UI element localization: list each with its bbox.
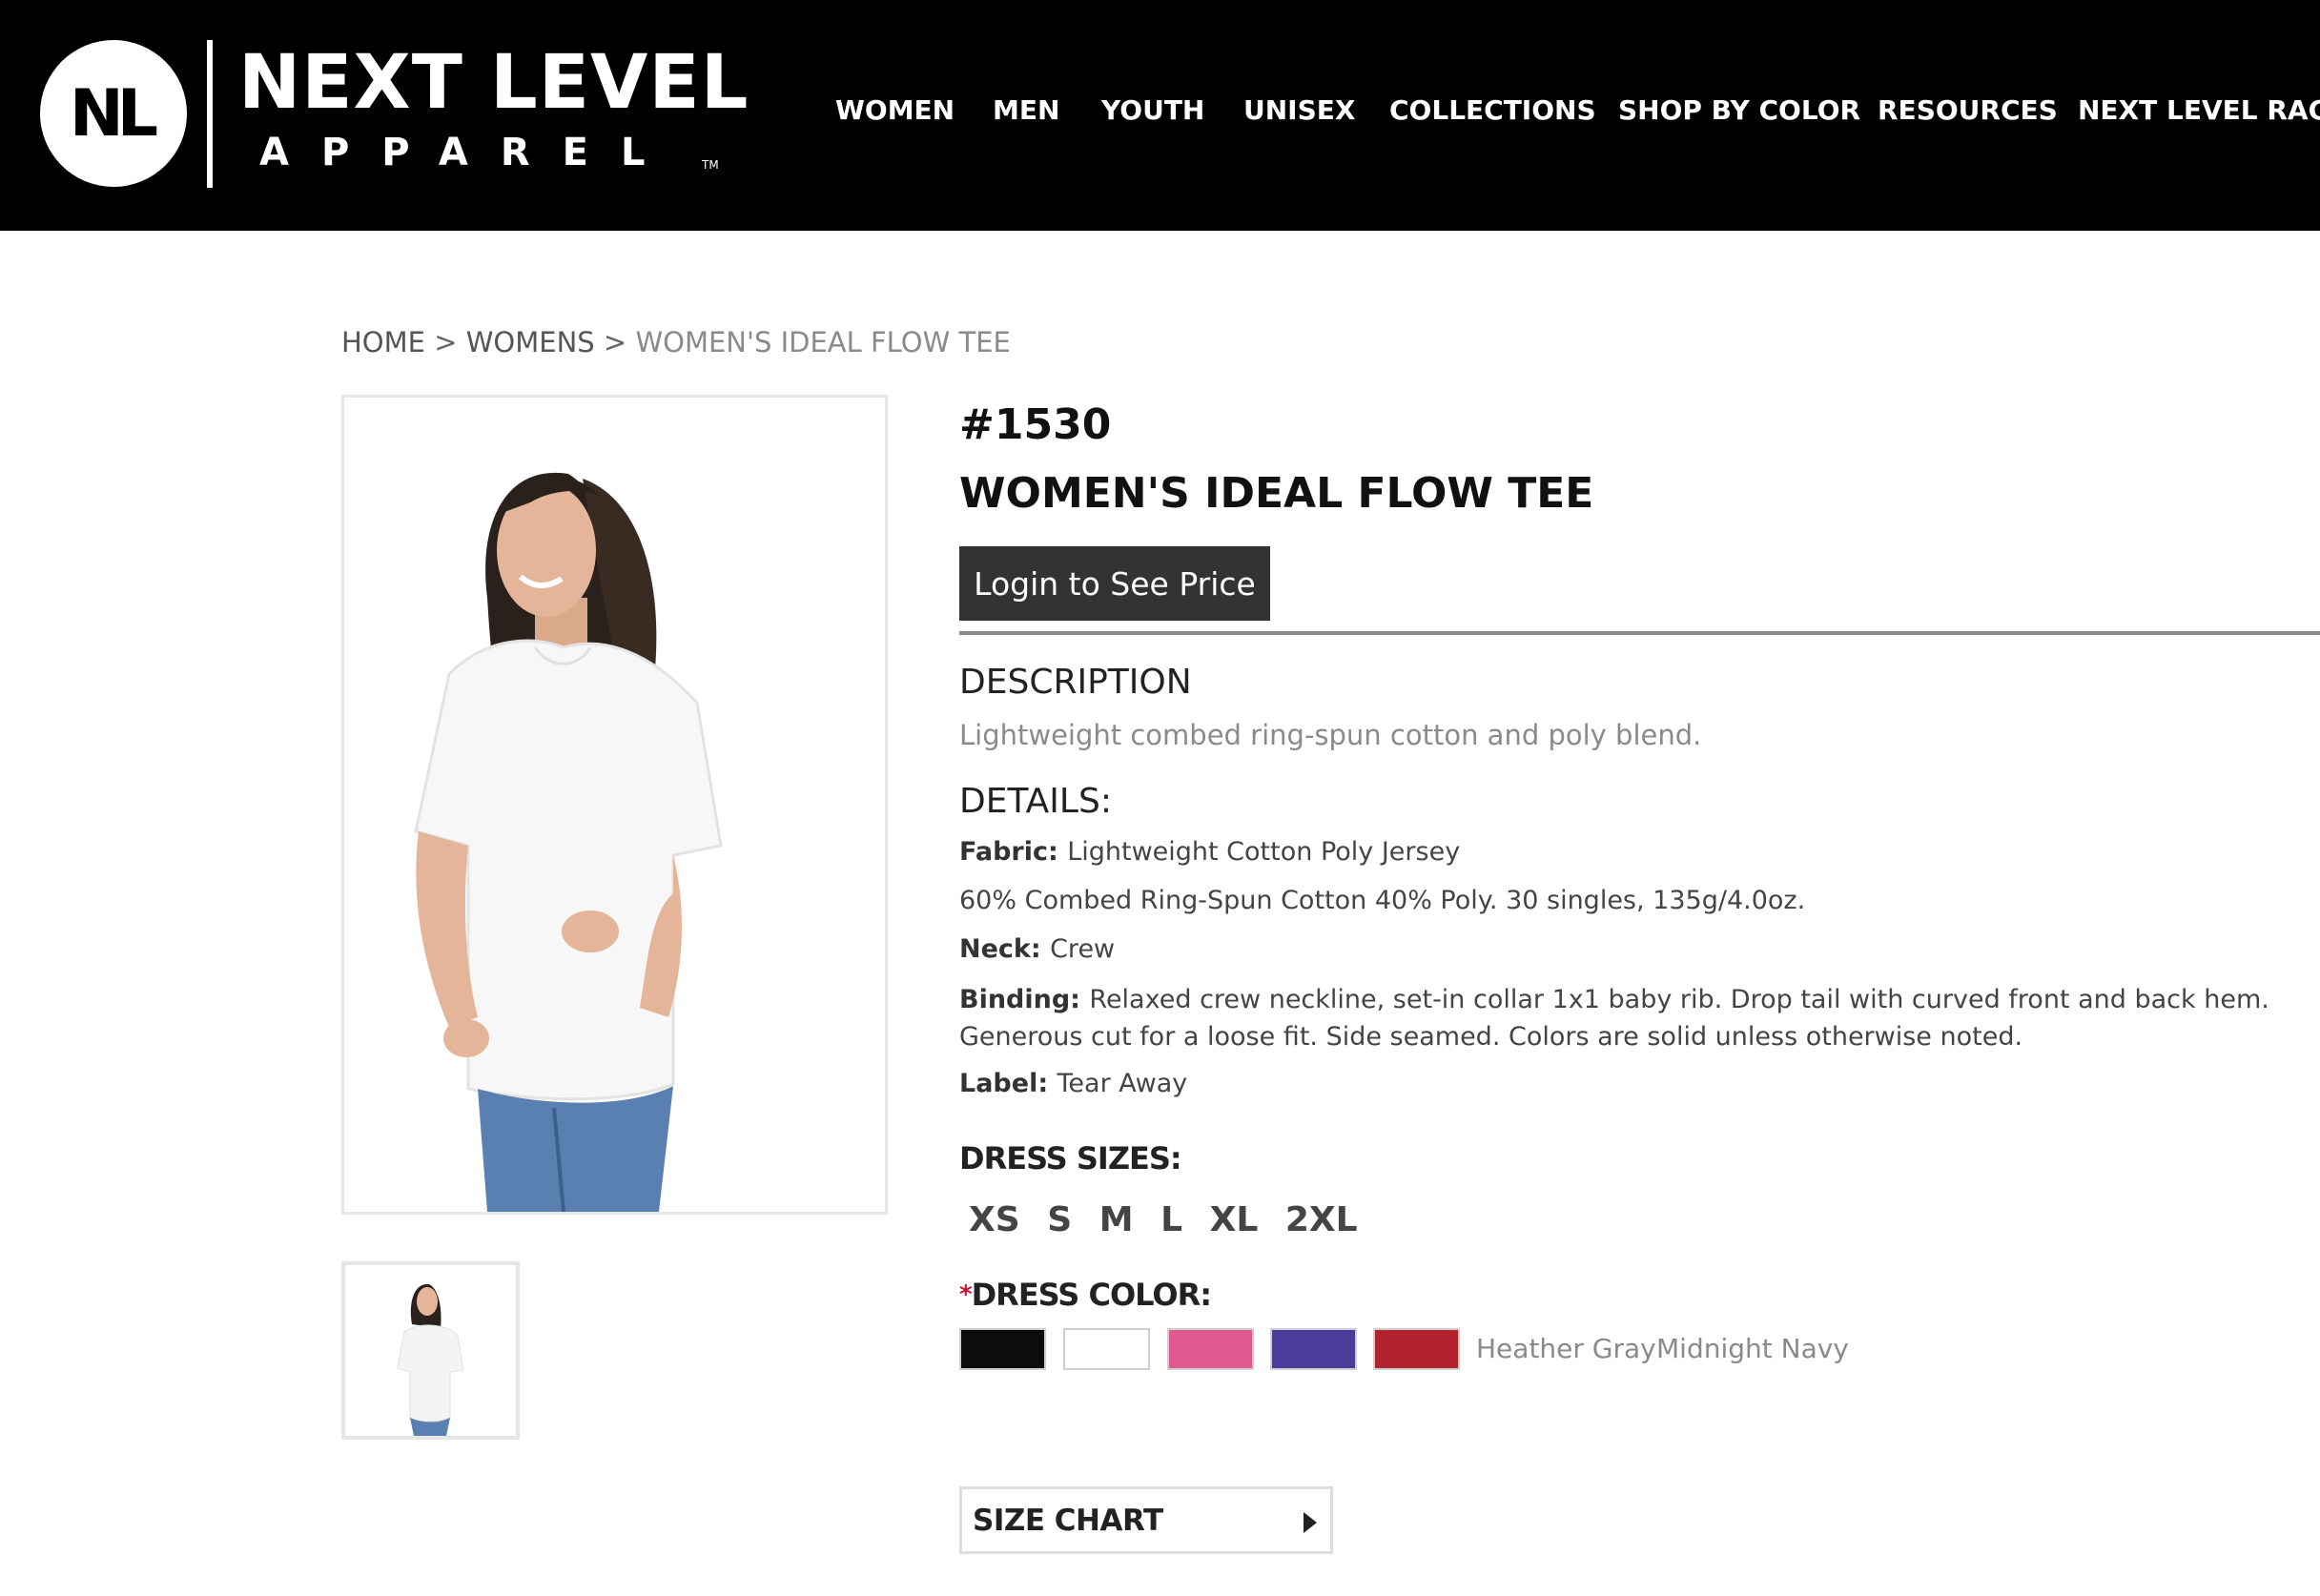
color-swatch-pink[interactable] <box>1167 1328 1254 1370</box>
detail-label-label: Label: <box>959 1069 1057 1098</box>
product-thumbnail[interactable] <box>341 1261 520 1440</box>
logo-trademark: TM <box>702 158 719 172</box>
dress-color-heading: *DRESS COLOR: <box>959 1276 1212 1314</box>
login-to-see-price-button[interactable]: Login to See Price <box>959 546 1270 621</box>
size-option-m[interactable]: M <box>1099 1200 1134 1239</box>
size-chart-button[interactable]: SIZE CHART <box>959 1486 1333 1554</box>
nav-item-resources[interactable]: RESOURCES <box>1878 92 2058 130</box>
detail-fabric: Fabric: Lightweight Cotton Poly Jersey <box>959 835 1460 870</box>
color-swatch-white[interactable] <box>1063 1328 1150 1370</box>
detail-binding-value: Relaxed crew neckline, set-in collar 1x1… <box>959 985 2269 1052</box>
product-main-image[interactable] <box>341 395 888 1215</box>
breadcrumb-separator: > <box>434 326 466 358</box>
breadcrumb-current: WOMEN'S IDEAL FLOW TEE <box>635 326 1011 358</box>
detail-neck-label: Neck: <box>959 934 1051 964</box>
color-option-midnight-navy[interactable]: Midnight Navy <box>1656 1331 1849 1367</box>
color-swatch-red[interactable] <box>1373 1328 1460 1370</box>
nav-item-next-level-rack[interactable]: NEXT LEVEL RACK <box>2078 92 2320 130</box>
logo-mark-text: NL <box>69 75 158 152</box>
size-chart-label: SIZE CHART <box>973 1504 1163 1538</box>
size-option-xl[interactable]: XL <box>1210 1200 1259 1239</box>
size-options: XS S M L XL 2XL <box>969 1199 1373 1241</box>
size-option-s[interactable]: S <box>1047 1200 1072 1239</box>
nav-item-women[interactable]: WOMEN <box>835 92 955 130</box>
nav-item-unisex[interactable]: UNISEX <box>1243 92 1355 130</box>
color-swatch-black[interactable] <box>959 1328 1046 1370</box>
thumbnail-model-illustration <box>397 1283 464 1436</box>
size-option-l[interactable]: L <box>1160 1200 1182 1239</box>
logo-mark[interactable]: NL <box>40 40 187 187</box>
detail-neck-value: Crew <box>1050 934 1116 964</box>
detail-binding: Binding: Relaxed crew neckline, set-in c… <box>959 981 2313 1055</box>
detail-fabric-label: Fabric: <box>959 837 1068 867</box>
detail-composition: 60% Combed Ring-Spun Cotton 40% Poly. 30… <box>959 886 1806 915</box>
detail-binding-label: Binding: <box>959 985 1090 1014</box>
dress-sizes-heading: DRESS SIZES: <box>959 1140 1182 1177</box>
model-wearing-tee-illustration <box>414 472 723 1212</box>
color-option-heather-gray[interactable]: Heather Gray <box>1476 1331 1656 1367</box>
description-heading: DESCRIPTION <box>959 663 1192 702</box>
breadcrumb-womens[interactable]: WOMENS <box>466 326 595 358</box>
site-header: NL NEXT LEVEL APPAREL TM WOMEN MEN YOUTH… <box>0 0 2320 231</box>
description-text: Lightweight combed ring-spun cotton and … <box>959 719 1702 751</box>
detail-label-value: Tear Away <box>1057 1069 1188 1098</box>
breadcrumb-home[interactable]: HOME <box>341 326 425 358</box>
nav-item-collections[interactable]: COLLECTIONS <box>1389 92 1596 130</box>
breadcrumb-separator: > <box>603 326 636 358</box>
breadcrumb: HOME > WOMENS > WOMEN'S IDEAL FLOW TEE <box>341 324 1011 360</box>
required-asterisk: * <box>959 1280 973 1309</box>
details-heading: DETAILS: <box>959 782 1112 821</box>
size-option-2xl[interactable]: 2XL <box>1285 1200 1358 1239</box>
logo-wordmark[interactable]: NEXT LEVEL <box>238 46 749 120</box>
detail-label: Label: Tear Away <box>959 1067 1187 1101</box>
logo-subwordmark: APPAREL <box>259 131 678 174</box>
detail-fabric-value: Lightweight Cotton Poly Jersey <box>1067 837 1461 867</box>
logo-divider <box>207 40 213 188</box>
product-title: WOMEN'S IDEAL FLOW TEE <box>959 469 1594 518</box>
nav-item-men[interactable]: MEN <box>993 92 1059 130</box>
product-sku: #1530 <box>959 400 1112 449</box>
nav-item-youth[interactable]: YOUTH <box>1101 92 1204 130</box>
color-swatch-purple[interactable] <box>1270 1328 1357 1370</box>
dress-color-label: DRESS COLOR: <box>971 1277 1212 1313</box>
detail-neck: Neck: Crew <box>959 932 1115 967</box>
caret-right-icon <box>1304 1512 1317 1533</box>
section-divider <box>959 631 2320 635</box>
size-option-xs[interactable]: XS <box>969 1200 1020 1239</box>
nav-item-shop-by-color[interactable]: SHOP BY COLOR <box>1618 92 1860 130</box>
